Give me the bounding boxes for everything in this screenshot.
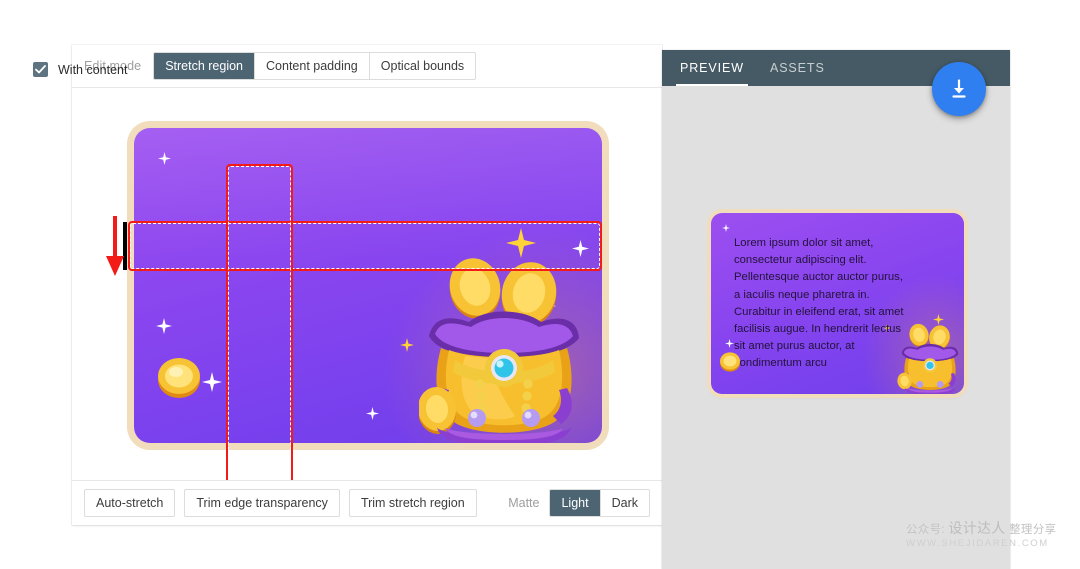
watermark-line-1: 公众号: 设计达人 整理分享 <box>906 520 1056 537</box>
vertical-stretch-region[interactable] <box>226 164 293 480</box>
sparkle-icon <box>725 339 734 348</box>
trim-stretch-region-button[interactable]: Trim stretch region <box>348 489 477 517</box>
with-content-checkbox-row[interactable]: With content <box>33 62 127 77</box>
nine-patch-editor-panel: Edit mode Stretch region Content padding… <box>72 45 662 525</box>
matte-label: Matte <box>508 496 540 510</box>
stretch-region-dash <box>130 223 600 269</box>
sparkle-icon <box>722 224 730 232</box>
horizontal-stretch-region[interactable] <box>128 221 602 271</box>
gold-coin-icon <box>158 358 200 398</box>
sparkle-icon <box>914 334 922 342</box>
sparkle-icon <box>156 318 172 334</box>
download-fab-button[interactable] <box>932 62 986 116</box>
sparkle-icon <box>158 152 171 165</box>
edit-mode-segmented-control[interactable]: Stretch region Content padding Optical b… <box>153 52 477 80</box>
download-icon <box>952 79 966 98</box>
mode-content-padding-button[interactable]: Content padding <box>255 53 370 79</box>
watermark-line-2: WWW.SHEJIDAREN.COM <box>906 538 1049 550</box>
sparkle-icon <box>400 338 414 352</box>
page-top-strip <box>0 0 1080 45</box>
mode-optical-bounds-button[interactable]: Optical bounds <box>369 53 476 79</box>
watermark-suffix: 整理分享 <box>1005 524 1057 536</box>
with-content-label: With content <box>58 62 128 77</box>
trim-edge-transparency-button[interactable]: Trim edge transparency <box>184 489 340 517</box>
sparkle-icon <box>366 407 379 420</box>
stretch-region-dash <box>228 166 291 480</box>
sparkle-icon <box>202 372 222 392</box>
auto-stretch-button[interactable]: Auto-stretch <box>84 489 176 517</box>
with-content-checkbox[interactable] <box>33 62 48 77</box>
editor-canvas[interactable] <box>72 88 662 480</box>
stretch-arrow-down-icon <box>106 216 124 276</box>
tab-preview[interactable]: PREVIEW <box>676 50 748 86</box>
preview-rendered-bubble: Lorem ipsum dolor sit amet, consectetur … <box>711 213 964 394</box>
watermark-brand: 设计达人 <box>948 520 1006 536</box>
tab-assets[interactable]: ASSETS <box>770 50 825 86</box>
editor-bottom-toolbar: Auto-stretch Trim edge transparency Trim… <box>72 480 662 525</box>
treasure-bag-illustration <box>419 258 579 443</box>
watermark: 公众号: 设计达人 整理分享 WWW.SHEJIDAREN.COM <box>906 520 1056 550</box>
sparkle-icon <box>172 377 187 392</box>
matte-segmented-control[interactable]: Light Dark <box>549 489 650 517</box>
preview-bubble-text: Lorem ipsum dolor sit amet, consectetur … <box>734 237 904 370</box>
matte-dark-button[interactable]: Dark <box>600 490 649 516</box>
check-icon <box>35 65 46 74</box>
matte-light-button[interactable]: Light <box>550 490 601 516</box>
watermark-prefix: 公众号: <box>906 524 949 536</box>
mode-stretch-region-button[interactable]: Stretch region <box>154 53 256 79</box>
nine-patch-source-image[interactable] <box>134 128 602 443</box>
sparkle-icon <box>544 300 556 312</box>
sparkle-icon <box>933 314 944 325</box>
editor-toolbar: Edit mode Stretch region Content padding… <box>72 45 662 88</box>
